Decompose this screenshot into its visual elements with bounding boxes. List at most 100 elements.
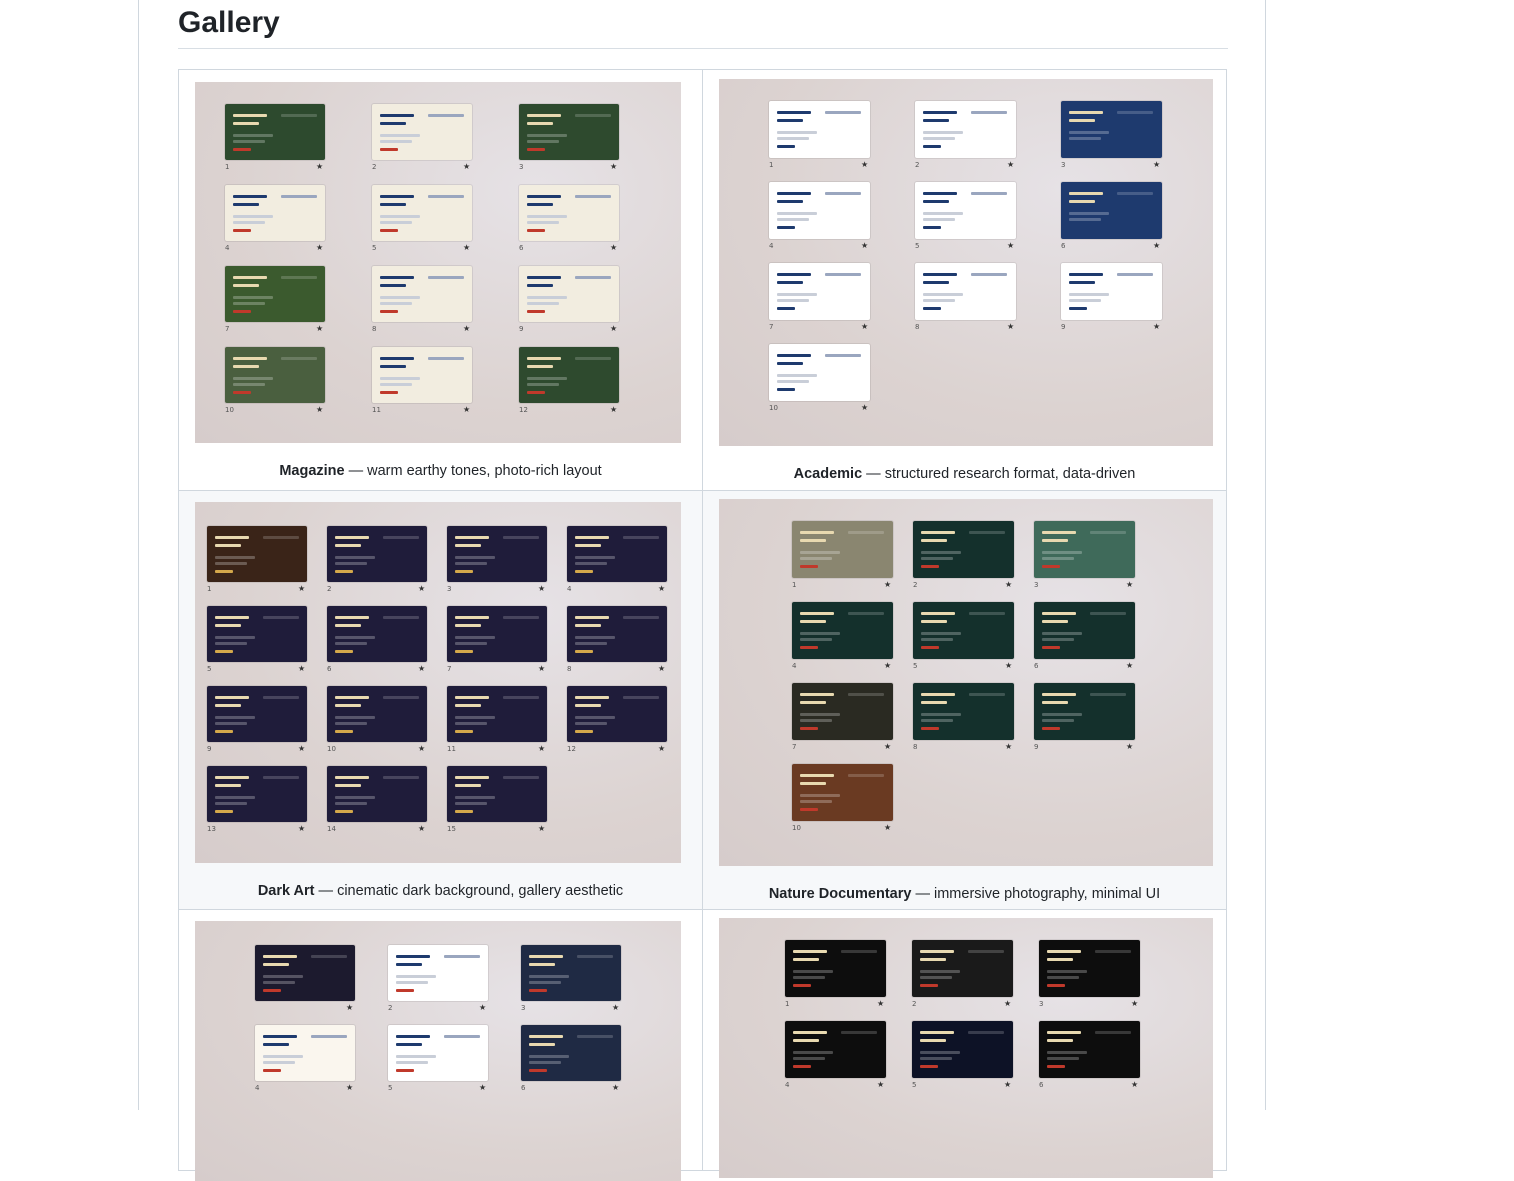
slide-content-block	[215, 796, 255, 799]
dark-art-preview-image[interactable]: 1 ★ 2 ★ 3 ★ 4 ★ 5 ★ 6 ★ 7 ★ 8 ★ 9 ★ 10 ★ 11 ★ 12 ★ 13 ★ 14 ★ 15 ★	[195, 502, 681, 863]
slide-content-block	[1069, 273, 1103, 276]
star-icon: ★	[877, 999, 885, 1008]
nature-documentary-preview-image[interactable]: 1 ★ 2 ★ 3 ★ 4 ★ 5 ★ 6 ★ 7 ★ 8 ★ 9 ★ 10 ★	[719, 499, 1213, 866]
star-icon: ★	[861, 322, 869, 331]
gallery-heading: Gallery	[178, 4, 1228, 49]
star-icon: ★	[1153, 160, 1161, 169]
slide-content-block	[455, 636, 495, 639]
slide-number: 2	[372, 163, 377, 171]
slide-content-block	[841, 1031, 877, 1034]
slide-content-block	[263, 536, 299, 539]
star-icon: ★	[884, 580, 892, 589]
slide-content-block	[380, 148, 398, 151]
slide-content-block	[800, 557, 832, 560]
slide-thumbnail	[1034, 602, 1135, 659]
slide-content-block	[263, 1055, 303, 1058]
slide-thumbnail	[785, 1021, 886, 1078]
slide-number: 4	[255, 1084, 260, 1092]
slide-number: 4	[792, 662, 797, 670]
gallery-cell-6: 1 ★ 2 ★ 3 ★ 4 ★ 5 ★ 6 ★	[702, 909, 1227, 1178]
magazine-preview-image[interactable]: 1 ★ 2 ★ 3 ★ 4 ★ 5 ★ 6 ★ 7 ★ 8 ★ 9 ★ 10 ★ 11 ★ 12 ★	[195, 82, 681, 443]
slide-thumbnail	[567, 686, 667, 742]
slide-content-block	[503, 536, 539, 539]
gallery-cell-dark-art: 1 ★ 2 ★ 3 ★ 4 ★ 5 ★ 6 ★ 7 ★ 8 ★ 9 ★ 10 ★ 11 ★ 12 ★ 13 ★ 14 ★ 15 ★ Dar…	[178, 490, 703, 910]
slide-content-block	[800, 693, 834, 696]
slide-content-block	[1047, 950, 1081, 953]
slide-content-block	[215, 642, 247, 645]
slide-content-block	[215, 696, 249, 699]
slide-content-block	[800, 531, 834, 534]
caption-separator: —	[344, 463, 368, 479]
slide-content-block	[396, 1035, 430, 1038]
slide-content-block	[777, 137, 809, 140]
slide-thumbnail	[792, 764, 893, 821]
slide-content-block	[396, 1043, 422, 1046]
slide-thumbnail	[915, 263, 1016, 320]
star-icon: ★	[538, 824, 546, 833]
slide-content-block	[233, 276, 267, 279]
star-icon: ★	[418, 744, 426, 753]
star-icon: ★	[479, 1003, 487, 1012]
caption-description: structured research format, data-driven	[884, 466, 1136, 482]
slide-content-block	[1047, 976, 1079, 979]
slide-number: 8	[372, 325, 377, 333]
slide-content-block	[575, 562, 607, 565]
star-icon: ★	[463, 324, 471, 333]
slide-content-block	[921, 632, 961, 635]
slide-number: 6	[1039, 1081, 1044, 1089]
slide-content-block	[777, 273, 811, 276]
slide-content-block	[1069, 137, 1101, 140]
slide-content-block	[1069, 200, 1095, 203]
slide-content-block	[793, 970, 833, 973]
star-icon: ★	[861, 160, 869, 169]
slide-thumbnail	[255, 945, 355, 1001]
slide-content-block	[263, 955, 297, 958]
slide-number: 2	[912, 1000, 917, 1008]
slide-content-block	[233, 221, 265, 224]
slide-content-block	[921, 719, 953, 722]
slide-content-block	[800, 800, 832, 803]
slide-content-block	[575, 616, 609, 619]
slide-content-block	[1117, 111, 1153, 114]
slide-content-block	[920, 970, 960, 973]
slide-content-block	[1069, 131, 1109, 134]
star-icon: ★	[1007, 322, 1015, 331]
caption-separator: —	[911, 886, 934, 902]
slide-thumbnail	[327, 766, 427, 822]
slide-content-block	[215, 776, 249, 779]
slide-number: 4	[225, 244, 230, 252]
slide-content-block	[263, 696, 299, 699]
slide-content-block	[529, 955, 563, 958]
slide-number: 1	[207, 585, 212, 593]
star-icon: ★	[463, 405, 471, 414]
slide-content-block	[455, 616, 489, 619]
slide-content-block	[923, 131, 963, 134]
slide-content-block	[969, 693, 1005, 696]
slide-content-block	[1069, 293, 1109, 296]
product-launch-preview-image[interactable]: 1 ★ 2 ★ 3 ★ 4 ★ 5 ★ 6 ★	[719, 918, 1213, 1178]
slide-content-block	[800, 782, 826, 785]
slide-content-block	[380, 377, 420, 380]
slide-content-block	[777, 380, 809, 383]
slide-number: 11	[372, 406, 381, 414]
slide-content-block	[380, 134, 420, 137]
slide-number: 1	[769, 161, 774, 169]
slide-thumbnail	[915, 101, 1016, 158]
star-icon: ★	[479, 1083, 487, 1092]
slide-content-block	[396, 1069, 414, 1072]
slide-content-block	[1042, 539, 1068, 542]
slide-content-block	[968, 950, 1004, 953]
slide-number: 3	[519, 163, 524, 171]
slide-content-block	[335, 636, 375, 639]
slide-content-block	[1042, 701, 1068, 704]
slide-content-block	[848, 612, 884, 615]
slide-content-block	[527, 229, 545, 232]
slide-number: 9	[1034, 743, 1039, 751]
slide-number: 7	[769, 323, 774, 331]
slide-content-block	[800, 794, 840, 797]
academic-preview-image[interactable]: 1 ★ 2 ★ 3 ★ 4 ★ 5 ★ 6 ★ 7 ★ 8 ★ 9 ★ 10 ★	[719, 79, 1213, 446]
slide-number: 5	[915, 242, 920, 250]
slide-content-block	[777, 192, 811, 195]
subscription-plans-preview-image[interactable]: ★ 2 ★ 3 ★ 4 ★ 5 ★ 6 ★	[195, 921, 681, 1181]
slide-content-block	[380, 383, 412, 386]
